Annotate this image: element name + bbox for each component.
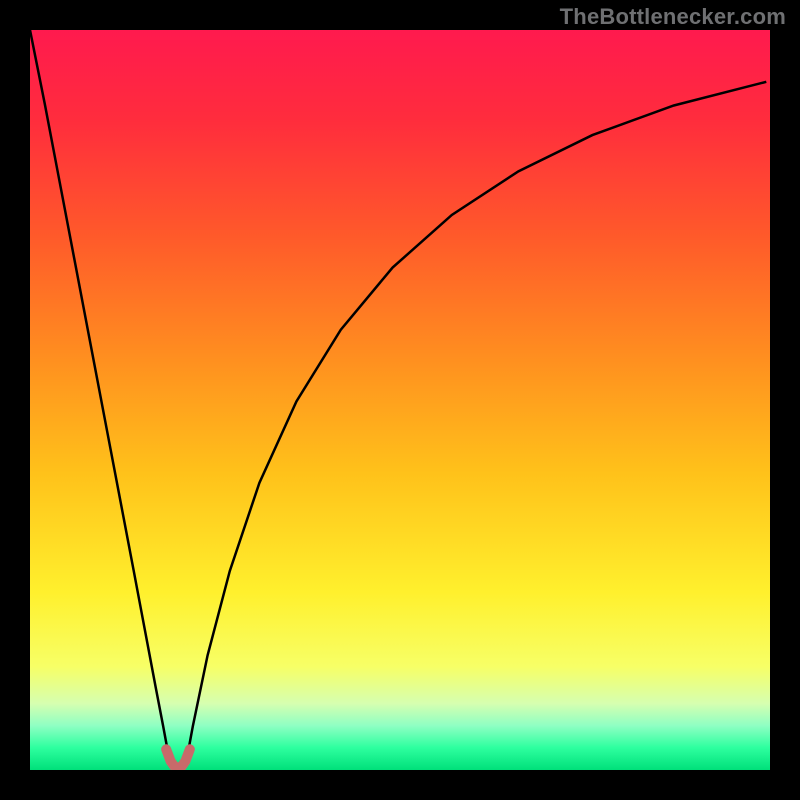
chart-frame: TheBottlenecker.com [0, 0, 800, 800]
bottleneck-chart [30, 30, 770, 770]
watermark-text: TheBottlenecker.com [560, 4, 786, 30]
plot-background [30, 30, 770, 770]
